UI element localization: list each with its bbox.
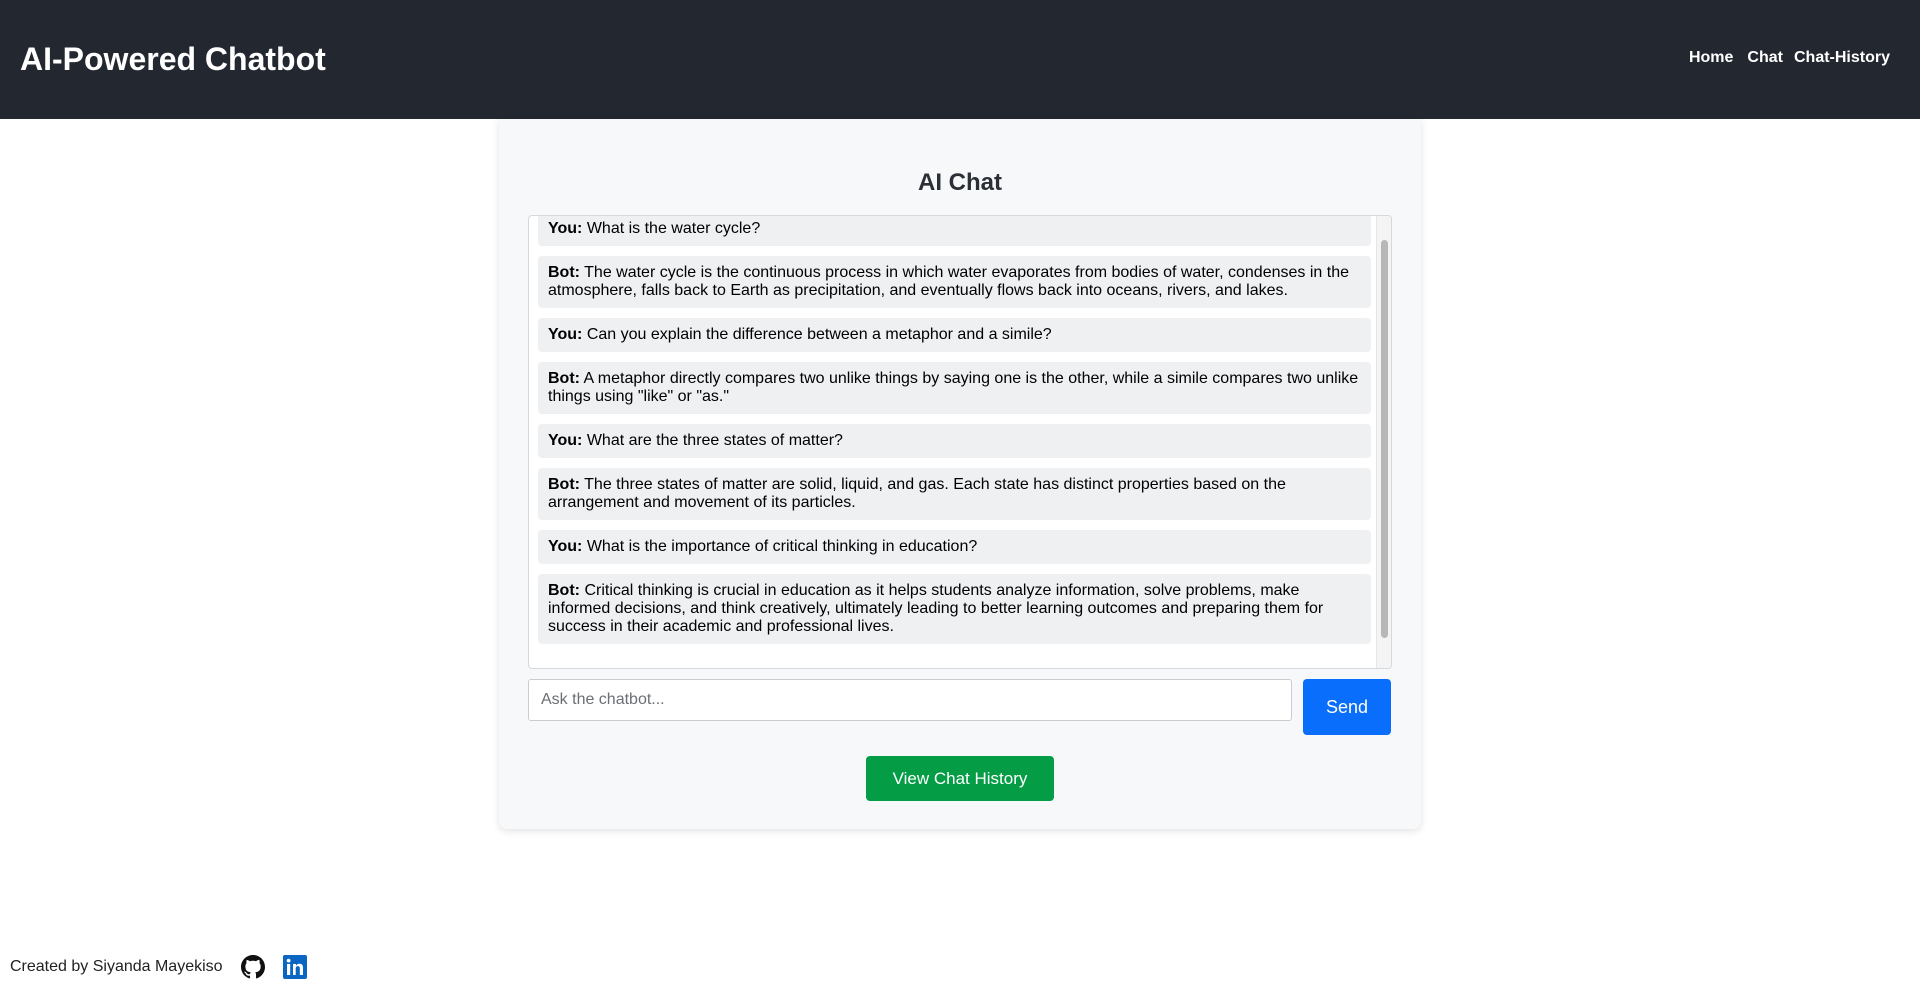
github-icon[interactable] [240,955,265,979]
message-list: You: What is the water cycle? Bot: The w… [538,216,1371,654]
app-title: AI-Powered Chatbot [20,41,326,77]
message-sender: Bot: [548,476,580,493]
message-user: You: What are the three states of matter… [538,424,1371,458]
nav-home[interactable]: Home [1689,48,1733,68]
message-sender: Bot: [548,582,580,599]
message-text: What is the importance of critical think… [586,538,978,555]
message-text: What are the three states of matter? [586,432,843,449]
message-text: The water cycle is the continuous proces… [548,264,1349,299]
message-text: A metaphor directly compares two unlike … [548,370,1359,405]
message-text: Can you explain the difference between a… [586,326,1052,343]
chat-card: AI Chat You: What is the water cycle? Bo… [499,119,1421,829]
message-sender: You: [548,432,583,449]
top-nav: Home Chat Chat-History [1675,48,1890,68]
view-chat-history-button[interactable]: View Chat History [866,756,1054,801]
footer: Created by Siyanda Mayekiso [10,955,307,979]
message-sender: Bot: [548,370,580,387]
nav-chat-history[interactable]: Chat-History [1794,48,1890,68]
message-sender: You: [548,220,583,237]
message-text: Critical thinking is crucial in educatio… [548,582,1324,635]
footer-credit: Created by Siyanda Mayekiso [10,958,223,975]
message-user: You: Can you explain the difference betw… [538,318,1371,352]
message-bot: Bot: Critical thinking is crucial in edu… [538,574,1371,644]
chat-input[interactable] [528,679,1292,721]
linkedin-icon[interactable] [282,955,307,979]
message-bot: Bot: A metaphor directly compares two un… [538,362,1371,414]
message-sender: Bot: [548,264,580,281]
chat-messages-box[interactable]: You: What is the water cycle? Bot: The w… [528,215,1392,669]
scrollbar-thumb[interactable] [1381,240,1388,638]
message-bot: Bot: The water cycle is the continuous p… [538,256,1371,308]
message-user: You: What is the water cycle? [538,216,1371,246]
chat-title: AI Chat [918,169,1002,196]
message-sender: You: [548,538,583,555]
app-header: AI-Powered Chatbot Home Chat Chat-Histor… [0,0,1920,119]
chat-scrollbar[interactable] [1376,216,1391,668]
send-button[interactable]: Send [1303,679,1391,735]
message-text: The three states of matter are solid, li… [548,476,1286,511]
message-user: You: What is the importance of critical … [538,530,1371,564]
nav-chat[interactable]: Chat [1747,48,1783,68]
message-bot: Bot: The three states of matter are soli… [538,468,1371,520]
message-sender: You: [548,326,583,343]
message-text: What is the water cycle? [586,220,761,237]
